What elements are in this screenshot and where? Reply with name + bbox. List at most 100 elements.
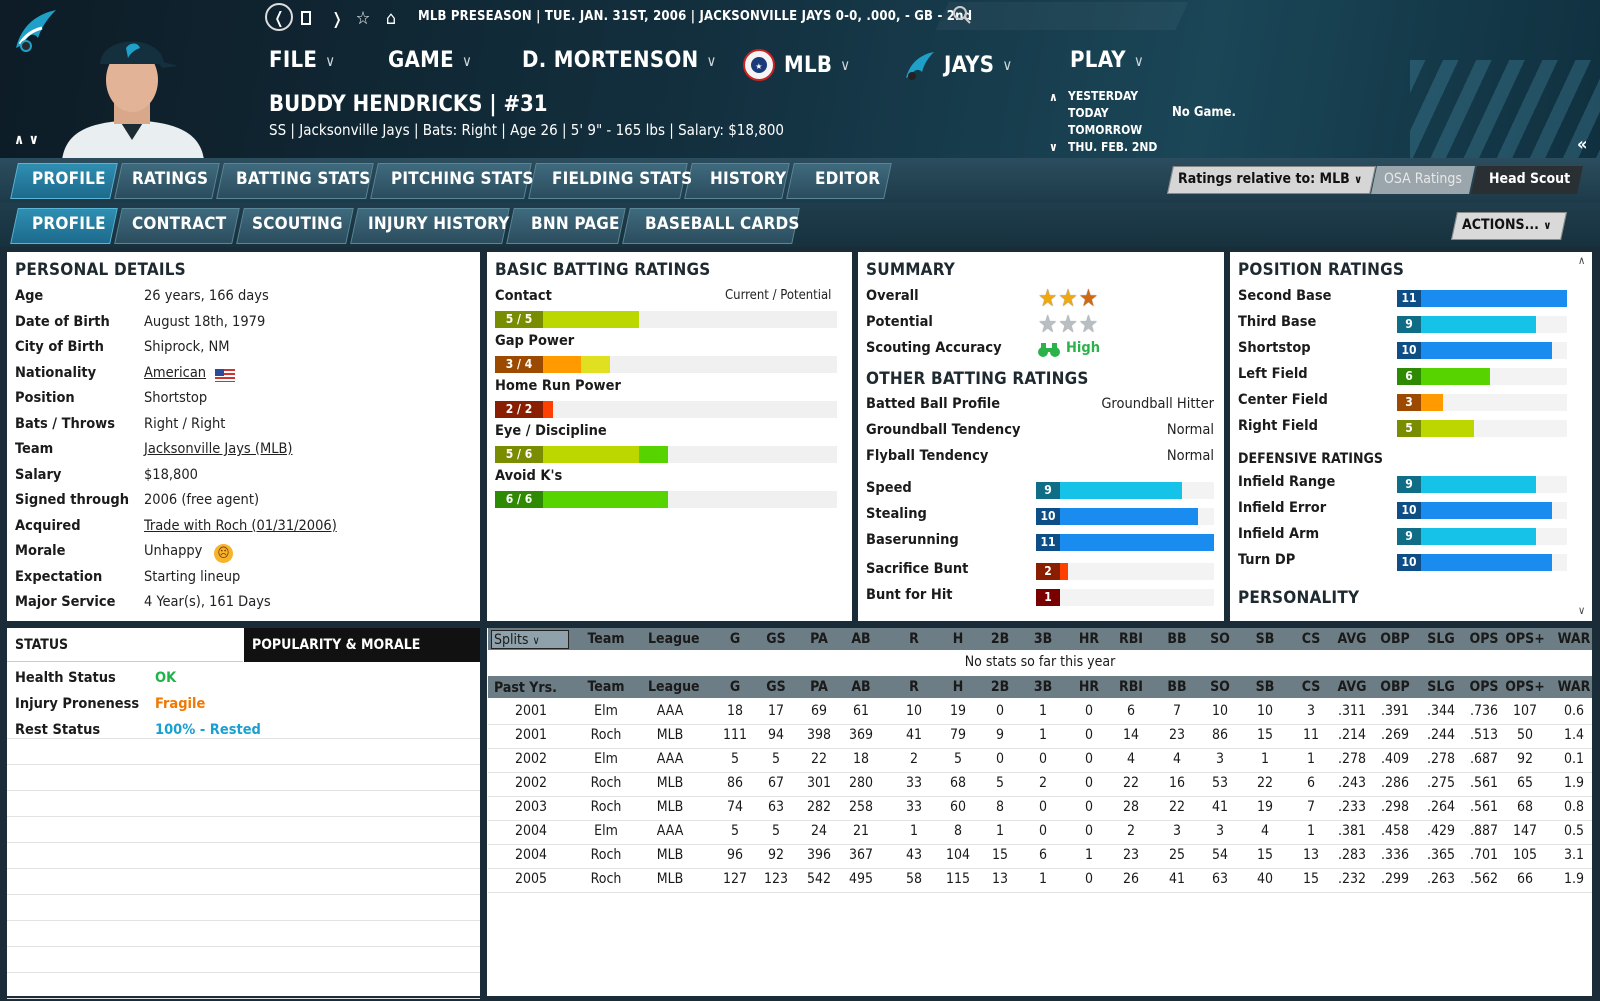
column-header[interactable]: OPS+ (1503, 679, 1547, 695)
defensive-rating-label: Infield Arm (1238, 526, 1320, 542)
day-next[interactable]: THU. FEB. 2ND (1068, 139, 1157, 156)
search-icon[interactable] (952, 5, 972, 25)
day-yesterday[interactable]: YESTERDAY (1068, 88, 1157, 105)
column-header[interactable]: WAR (1552, 679, 1596, 695)
stat-cell: 15 (1256, 847, 1274, 863)
stat-cell: MLB (656, 847, 684, 863)
menu-league[interactable]: ★ MLB ∨ (742, 48, 850, 82)
column-header[interactable]: OPS (1462, 679, 1506, 695)
scroll-down-icon[interactable]: ∨ (1578, 604, 1585, 617)
column-header[interactable]: SLG (1419, 631, 1463, 647)
day-up-icon[interactable]: ∧ (1049, 90, 1058, 104)
column-header[interactable]: League (648, 631, 700, 647)
menu-game-label: GAME (388, 48, 454, 73)
player-nav-arrows[interactable]: ∧ ∨ (14, 132, 39, 148)
menu-play[interactable]: PLAY ∨ (1070, 48, 1144, 73)
column-header[interactable]: League (648, 679, 700, 695)
stat-cell: .232 (1337, 871, 1367, 887)
column-header[interactable]: RBI (1109, 679, 1153, 695)
stat-cell: 0.8 (1563, 799, 1585, 815)
stat-cell: 24 (810, 823, 828, 839)
menu-game[interactable]: GAME ∨ (388, 48, 472, 73)
column-header[interactable]: HR (1067, 679, 1111, 695)
column-header[interactable]: H (936, 631, 980, 647)
column-header[interactable]: AVG (1330, 631, 1374, 647)
forward-icon[interactable]: ❭ (330, 6, 344, 30)
menu-team[interactable]: JAYS ∨ (902, 48, 1013, 82)
row-divider (7, 920, 480, 921)
column-header[interactable]: R (892, 679, 936, 695)
day-tomorrow[interactable]: TOMORROW (1068, 122, 1157, 139)
stat-cell: 15 (1256, 727, 1274, 743)
column-header[interactable]: OBP (1373, 631, 1417, 647)
back-icon[interactable]: ❬ (265, 3, 293, 31)
column-header[interactable]: PA (797, 679, 841, 695)
stat-cell: 0 (1084, 823, 1093, 839)
column-header[interactable]: SO (1198, 679, 1242, 695)
chevron-down-icon: ∨ (1133, 51, 1145, 70)
column-header[interactable]: OPS+ (1503, 631, 1547, 647)
stat-cell: 4 (1172, 751, 1181, 767)
column-header[interactable]: G (713, 631, 757, 647)
bookmark-icon[interactable] (298, 6, 314, 30)
column-header[interactable]: Team (584, 679, 628, 695)
column-header[interactable]: Team (584, 631, 628, 647)
stat-cell: 2005 (514, 871, 548, 887)
detail-label: Age (15, 288, 44, 304)
column-header[interactable]: AB (839, 631, 883, 647)
column-header[interactable]: AVG (1330, 679, 1374, 695)
column-header[interactable]: SB (1243, 631, 1287, 647)
stat-cell: 33 (905, 775, 923, 791)
column-header[interactable]: CS (1289, 679, 1333, 695)
menu-manager[interactable]: D. MORTENSON ∨ (522, 48, 717, 73)
stat-cell: 3 (1172, 823, 1181, 839)
column-header[interactable]: SO (1198, 631, 1242, 647)
column-header[interactable]: 3B (1021, 679, 1065, 695)
collapse-icon[interactable]: « (1577, 134, 1587, 155)
column-header[interactable]: CS (1289, 631, 1333, 647)
scrollbar[interactable]: ∧ ∨ (1578, 252, 1590, 621)
position-rating-fill (1397, 290, 1567, 307)
column-header[interactable]: 2B (978, 679, 1022, 695)
detail-value[interactable]: American (144, 365, 206, 381)
menu-file[interactable]: FILE ∨ (269, 48, 335, 73)
column-header[interactable]: PA (797, 631, 841, 647)
day-today[interactable]: TODAY (1068, 105, 1157, 122)
column-header[interactable]: GS (754, 631, 798, 647)
past-years-label: Past Yrs. (494, 680, 557, 696)
stat-cell: 92 (1516, 751, 1534, 767)
defensive-rating-tag: 10 (1397, 554, 1421, 571)
column-header[interactable]: R (892, 631, 936, 647)
column-header[interactable]: G (713, 679, 757, 695)
scroll-up-icon[interactable]: ∧ (1578, 254, 1585, 267)
day-selector[interactable]: YESTERDAY TODAY TOMORROW THU. FEB. 2ND (1068, 88, 1157, 156)
home-icon[interactable]: ⌂ (380, 6, 402, 30)
column-header[interactable]: BB (1155, 631, 1199, 647)
row-divider (7, 816, 480, 817)
detail-value[interactable]: Trade with Roch (01/31/2006) (144, 518, 337, 534)
column-header[interactable]: SB (1243, 679, 1287, 695)
stat-cell: 25 (1168, 847, 1186, 863)
column-header[interactable]: H (936, 679, 980, 695)
actions-label: ACTIONS... ∨ (1462, 217, 1552, 233)
column-header[interactable]: AB (839, 679, 883, 695)
column-header[interactable]: OPS (1462, 631, 1506, 647)
detail-label: Position (15, 390, 75, 406)
detail-value[interactable]: Jacksonville Jays (MLB) (144, 441, 293, 457)
day-down-icon[interactable]: ∨ (1049, 140, 1058, 154)
column-header[interactable]: WAR (1552, 631, 1596, 647)
star-icon[interactable]: ☆ (352, 6, 374, 30)
detail-value: Shortstop (144, 390, 208, 406)
column-header[interactable]: 3B (1021, 631, 1065, 647)
menu-play-label: PLAY (1070, 48, 1126, 73)
column-header[interactable]: GS (754, 679, 798, 695)
column-header[interactable]: OBP (1373, 679, 1417, 695)
column-header[interactable]: SLG (1419, 679, 1463, 695)
batting-rating-label: Eye / Discipline (495, 423, 607, 439)
search-field[interactable] (935, 2, 1189, 30)
column-header[interactable]: RBI (1109, 631, 1153, 647)
column-header[interactable]: HR (1067, 631, 1111, 647)
column-header[interactable]: 2B (978, 631, 1022, 647)
column-header[interactable]: BB (1155, 679, 1199, 695)
detail-value: 4 Year(s), 161 Days (144, 594, 271, 610)
